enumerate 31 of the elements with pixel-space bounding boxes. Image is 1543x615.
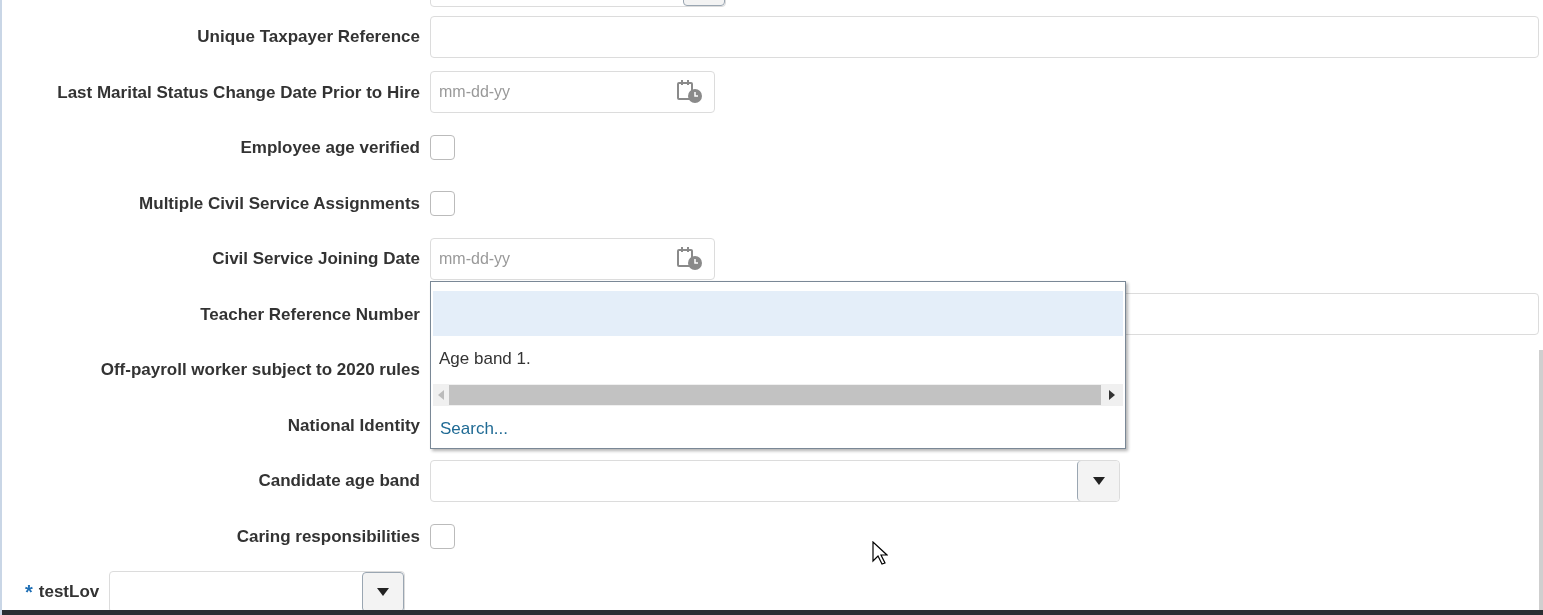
dropdown-option[interactable] [433, 291, 1123, 336]
horizontal-scrollbar[interactable] [433, 384, 1123, 406]
dropdown-field[interactable] [109, 570, 406, 613]
field-label: Employee age verified [240, 137, 420, 159]
field-label: Civil Service Joining Date [212, 248, 420, 270]
checkbox[interactable] [430, 135, 455, 161]
date-field[interactable]: mm-dd-yy [430, 71, 715, 114]
field-label: Last Marital Status Change Date Prior to Hire [57, 81, 420, 104]
field-label: Teacher Reference Number [200, 303, 420, 326]
caret-icon [377, 587, 390, 596]
mouse-cursor-icon [872, 541, 888, 565]
checkbox[interactable] [430, 190, 455, 216]
field-label: Unique Taxpayer Reference [197, 26, 420, 48]
caret-icon [1092, 476, 1105, 485]
field-label: Candidate age band [258, 470, 420, 492]
text-field[interactable] [430, 15, 1539, 58]
calendar-icon[interactable] [677, 80, 703, 105]
date-field[interactable]: mm-dd-yy [430, 237, 715, 280]
dropdown-button[interactable] [362, 571, 405, 612]
vertical-scrollbar[interactable] [1539, 350, 1543, 610]
required-mark: * [25, 579, 33, 605]
dropdown-button[interactable] [1077, 460, 1119, 501]
field-label: testLov [38, 581, 100, 603]
calendar-icon[interactable] [677, 246, 703, 271]
dropdown-field[interactable] [430, 459, 1120, 502]
search-link[interactable]: Search... [440, 416, 509, 442]
field-label: Caring responsibilities [236, 525, 420, 548]
field-label: National Identity [287, 414, 420, 437]
field-label: Multiple Civil Service Assignments [139, 192, 420, 215]
field-label: Off-payroll worker subject to 2020 rules [100, 359, 420, 381]
checkbox[interactable] [430, 523, 455, 549]
